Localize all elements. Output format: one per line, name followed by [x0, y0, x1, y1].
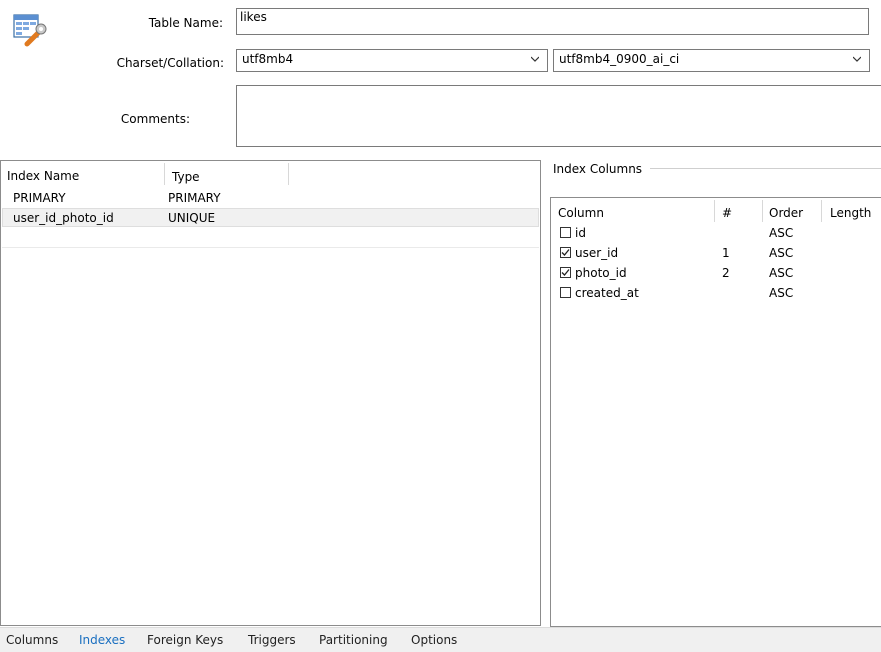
column-name: id [575, 226, 586, 240]
checkbox-icon[interactable] [560, 227, 571, 238]
chevron-down-icon [853, 56, 861, 62]
table-wrench-icon [13, 13, 47, 47]
column-position: 1 [722, 246, 730, 260]
chevron-down-icon [531, 56, 539, 62]
index-columns-title: Index Columns [553, 162, 643, 176]
column-order[interactable]: ASC [769, 246, 793, 260]
column-header[interactable]: Column [558, 206, 604, 220]
tab-options[interactable]: Options [411, 633, 457, 647]
table-name-label: Table Name: [148, 16, 223, 30]
column-separator [288, 163, 289, 185]
column-order[interactable]: ASC [769, 286, 793, 300]
group-divider [650, 168, 881, 169]
index-columns-list[interactable]: Column # Order Length id ASC user_id 1 A… [550, 197, 881, 627]
length-header[interactable]: Length [830, 206, 871, 220]
index-row-user-id-photo-id[interactable]: user_id_photo_id UNIQUE [2, 208, 539, 227]
charset-value: utf8mb4 [242, 52, 294, 66]
index-name-header[interactable]: Index Name [7, 169, 79, 183]
tab-partitioning[interactable]: Partitioning [319, 633, 388, 647]
column-name: created_at [575, 286, 639, 300]
tab-triggers[interactable]: Triggers [248, 633, 296, 647]
index-type: UNIQUE [168, 211, 216, 225]
row-divider [2, 247, 539, 248]
column-separator [714, 200, 715, 222]
column-separator [821, 200, 822, 222]
charset-select[interactable]: utf8mb4 [236, 49, 548, 72]
checkbox-icon[interactable] [560, 267, 571, 278]
number-header[interactable]: # [722, 206, 732, 220]
column-name: user_id [575, 246, 619, 260]
checkbox-icon[interactable] [560, 247, 571, 258]
tab-indexes[interactable]: Indexes [79, 633, 125, 647]
index-column-row[interactable]: created_at ASC [551, 286, 881, 306]
index-column-row[interactable]: user_id 1 ASC [551, 246, 881, 266]
index-name: PRIMARY [13, 191, 66, 205]
type-header[interactable]: Type [172, 170, 200, 184]
index-list[interactable]: Index Name Type PRIMARY PRIMARY user_id_… [0, 160, 541, 626]
tab-foreign-keys[interactable]: Foreign Keys [147, 633, 223, 647]
comments-label: Comments: [120, 112, 190, 126]
column-position: 2 [722, 266, 730, 280]
checkbox-icon[interactable] [560, 287, 571, 298]
index-row-primary[interactable]: PRIMARY PRIMARY [2, 189, 539, 208]
column-separator [762, 200, 763, 222]
editor-tab-bar: Columns Indexes Foreign Keys Triggers Pa… [0, 627, 881, 652]
tab-columns[interactable]: Columns [6, 633, 58, 647]
order-header[interactable]: Order [769, 206, 803, 220]
table-name-input[interactable]: likes [236, 8, 869, 35]
index-column-row[interactable]: id ASC [551, 226, 881, 246]
index-name: user_id_photo_id [13, 211, 114, 225]
column-separator [164, 163, 165, 185]
index-column-row[interactable]: photo_id 2 ASC [551, 266, 881, 286]
comments-textarea[interactable] [236, 85, 881, 147]
collation-select[interactable]: utf8mb4_0900_ai_ci [553, 49, 870, 72]
collation-value: utf8mb4_0900_ai_ci [559, 52, 680, 66]
column-order[interactable]: ASC [769, 266, 793, 280]
charset-label: Charset/Collation: [116, 56, 224, 70]
column-name: photo_id [575, 266, 627, 280]
column-order[interactable]: ASC [769, 226, 793, 240]
index-type: PRIMARY [168, 191, 221, 205]
